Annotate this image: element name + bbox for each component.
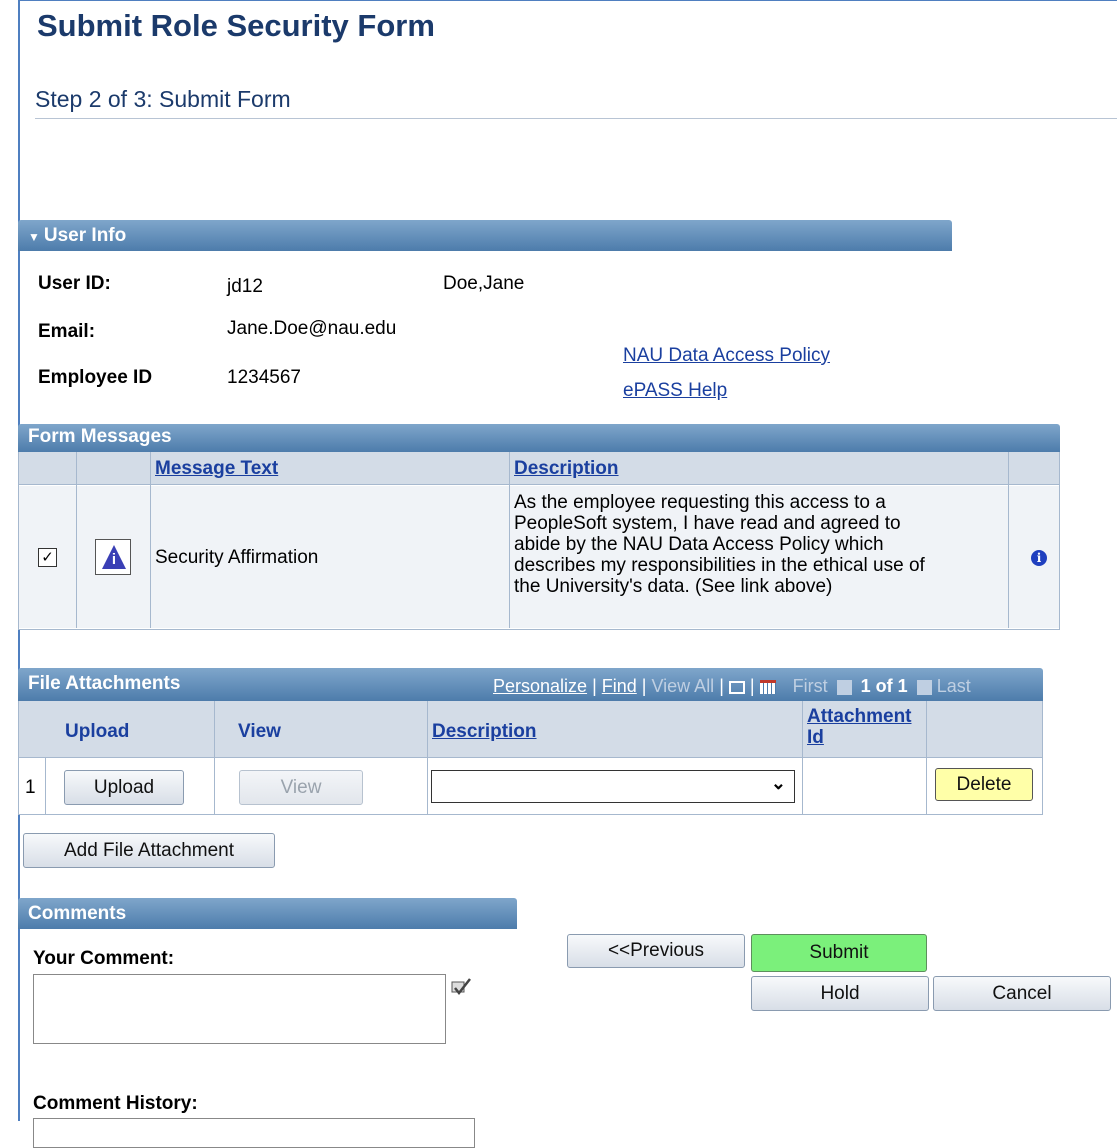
employee-id-label: Employee ID (38, 367, 153, 388)
delete-button[interactable]: Delete (935, 768, 1033, 801)
column-header-description[interactable]: Description (432, 721, 537, 743)
your-comment-textarea[interactable] (33, 974, 446, 1044)
user-info-header[interactable]: ▼ User Info (18, 220, 952, 251)
column-divider (427, 701, 428, 814)
column-header-description[interactable]: Description (514, 458, 619, 480)
collapse-triangle-icon: ▼ (28, 230, 40, 244)
view-button: View (239, 770, 363, 805)
description-line: the University's data. (See link above) (514, 576, 833, 597)
form-messages-header: Form Messages (18, 424, 1060, 452)
column-header-view: View (238, 721, 281, 742)
user-info-title: User Info (43, 225, 127, 246)
column-divider (509, 452, 510, 628)
upload-button[interactable]: Upload (64, 770, 184, 805)
warning-letter: i (111, 551, 117, 568)
column-divider (802, 701, 803, 814)
add-file-attachment-button[interactable]: Add File Attachment (23, 833, 275, 868)
email-value: Jane.Doe@nau.edu (227, 318, 397, 339)
message-text-value: Security Affirmation (155, 547, 319, 568)
column-divider (926, 701, 927, 814)
grid-navigation: Personalize | Find | View All | | First … (493, 676, 971, 697)
previous-row-icon (836, 679, 852, 695)
form-messages-title: Form Messages (28, 426, 172, 447)
attachment-header-line: Id (807, 727, 824, 748)
warning-icon: i (95, 539, 131, 575)
divider (35, 118, 1117, 119)
your-comment-label: Your Comment: (33, 948, 175, 969)
comments-title: Comments (28, 903, 127, 924)
spell-check-icon[interactable] (450, 976, 472, 998)
epass-help-link[interactable]: ePASS Help (623, 380, 727, 402)
first-link: First (792, 676, 828, 696)
info-icon[interactable]: i (1031, 550, 1047, 566)
user-id-label: User ID: (38, 273, 111, 294)
description-line: abide by the NAU Data Access Policy whic… (514, 534, 884, 555)
description-line: PeopleSoft system, I have read and agree… (514, 513, 901, 534)
data-access-policy-link[interactable]: NAU Data Access Policy (623, 345, 830, 367)
affirmation-checkbox[interactable]: ✓ (38, 548, 57, 567)
last-link: Last (936, 676, 971, 696)
view-all-link: View All (651, 676, 715, 696)
hold-button[interactable]: Hold (751, 976, 929, 1011)
submit-button[interactable]: Submit (751, 934, 927, 972)
column-divider (150, 452, 151, 628)
file-attachments-title: File Attachments (28, 673, 181, 694)
form-messages-grid: Message Text Description ✓ i Security Af… (18, 452, 1060, 630)
user-name-value: Doe,Jane (443, 273, 525, 294)
page-frame-top (18, 0, 1117, 1)
nav-separator: | (749, 676, 760, 696)
column-header-attachment-id[interactable]: Attachment Id (807, 706, 912, 748)
comment-history-label: Comment History: (33, 1093, 198, 1114)
user-id-value: jd12 (227, 276, 263, 297)
personalize-link[interactable]: Personalize (493, 676, 587, 696)
previous-button[interactable]: <<Previous (567, 934, 745, 968)
column-divider (45, 758, 46, 814)
description-select[interactable]: ⌄ (431, 770, 795, 803)
comments-header: Comments (18, 898, 517, 929)
attachment-header-line: Attachment (807, 706, 912, 727)
description-line: As the employee requesting this access t… (514, 492, 886, 513)
step-indicator: Step 2 of 3: Submit Form (35, 86, 291, 112)
chevron-down-icon: ⌄ (770, 773, 786, 793)
find-link[interactable]: Find (602, 676, 637, 696)
row-counter: 1 of 1 (860, 676, 908, 696)
employee-id-value: 1234567 (227, 367, 301, 388)
column-divider (214, 701, 215, 814)
column-divider (76, 452, 77, 628)
column-divider (1008, 452, 1009, 628)
download-grid-icon[interactable] (759, 680, 776, 695)
message-description: As the employee requesting this access t… (514, 492, 925, 597)
nav-separator: | (719, 676, 729, 696)
description-line: describes my responsibilities in the eth… (514, 555, 925, 576)
comment-history-textarea (33, 1118, 475, 1148)
cancel-button[interactable]: Cancel (933, 976, 1111, 1011)
new-window-icon[interactable] (728, 680, 745, 694)
row-number: 1 (25, 777, 36, 798)
nav-separator: | (592, 676, 602, 696)
page-title: Submit Role Security Form (37, 8, 435, 43)
next-row-icon (916, 679, 932, 695)
column-header-message-text[interactable]: Message Text (155, 458, 278, 480)
email-label: Email: (38, 321, 96, 342)
column-header-upload: Upload (65, 721, 130, 742)
